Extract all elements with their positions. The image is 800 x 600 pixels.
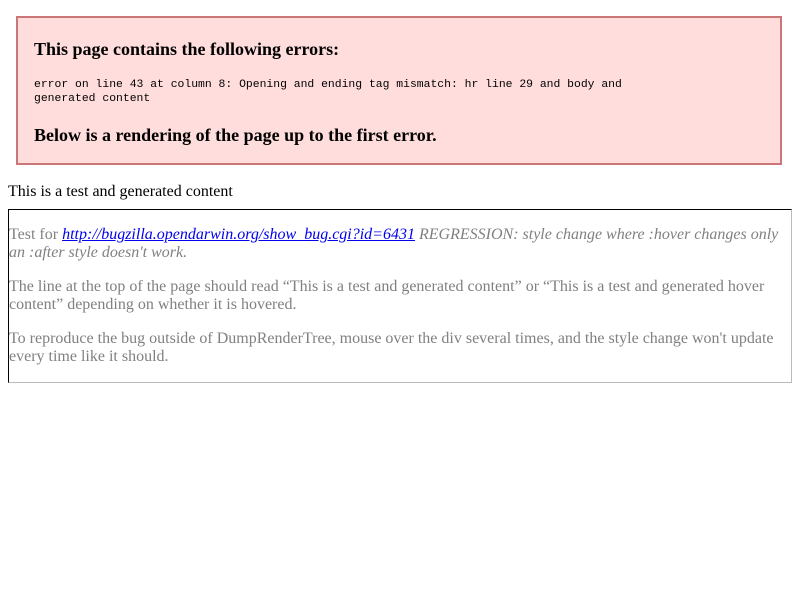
error-detail: error on line 43 at column 8: Opening an…	[34, 79, 622, 105]
test-description-box: Test for http://bugzilla.opendarwin.org/…	[8, 209, 792, 383]
xml-parse-error-box: This page contains the following errors:…	[16, 16, 782, 165]
generated-content-line[interactable]: This is a test and generated content	[8, 183, 233, 201]
reproduce-instructions-paragraph: To reproduce the bug outside of DumpRend…	[9, 330, 774, 365]
test-for-label: Test for	[9, 226, 63, 243]
bugzilla-link[interactable]: http://bugzilla.opendarwin.org/show_bug.…	[62, 226, 415, 243]
test-description-paragraph: Test for http://bugzilla.opendarwin.org/…	[9, 226, 791, 262]
error-footer: Below is a rendering of the page up to t…	[34, 125, 437, 145]
expected-result-paragraph: The line at the top of the page should r…	[9, 278, 765, 313]
error-heading: This page contains the following errors:	[34, 39, 340, 59]
